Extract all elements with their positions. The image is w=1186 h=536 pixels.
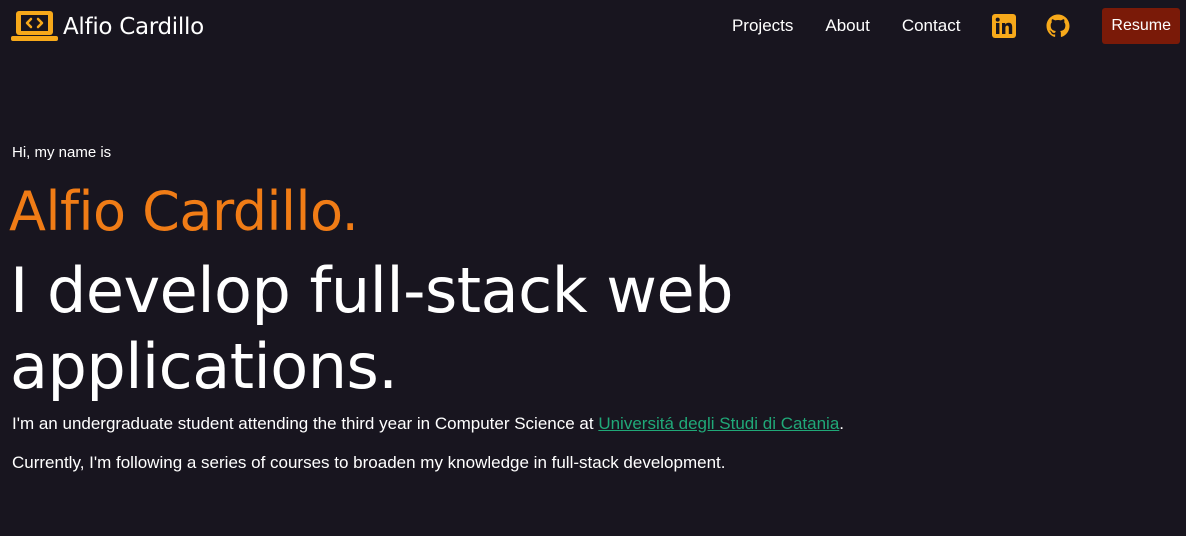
github-icon [1046, 14, 1070, 37]
university-link[interactable]: Universitá degli Studi di Catania [598, 414, 839, 433]
nav-link-about[interactable]: About [825, 16, 869, 36]
linkedin-icon [992, 14, 1017, 38]
brand-name: Alfio Cardillo [63, 14, 204, 40]
intro-text: I'm an undergraduate student attending t… [12, 414, 599, 433]
nav-link-contact[interactable]: Contact [902, 16, 961, 36]
intro-end: . [839, 414, 845, 433]
linkedin-link[interactable] [992, 14, 1017, 38]
nav-links: Projects About Contact Resume [732, 8, 1180, 44]
github-link[interactable] [1046, 14, 1070, 38]
intro-paragraph: I'm an undergraduate student attending t… [12, 413, 1172, 435]
nav-link-projects[interactable]: Projects [732, 16, 793, 36]
hero-tagline: I develop full-stack web applications. [10, 254, 734, 403]
greeting-text: Hi, my name is [12, 144, 112, 161]
hero-name: Alfio Cardillo. [9, 180, 359, 243]
resume-button[interactable]: Resume [1102, 8, 1180, 44]
hero-section: Hi, my name is Alfio Cardillo. I develop… [9, 143, 1172, 474]
brand-logo-link[interactable]: Alfio Cardillo [11, 9, 204, 43]
laptop-code-icon [11, 11, 58, 41]
navbar: Alfio Cardillo Projects About Contact Re… [0, 0, 1186, 56]
currently-paragraph: Currently, I'm following a series of cou… [12, 453, 726, 472]
